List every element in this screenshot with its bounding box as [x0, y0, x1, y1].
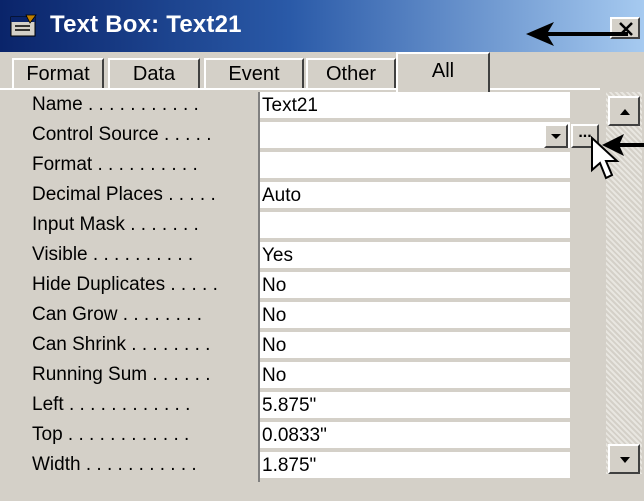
- property-value: Yes: [262, 245, 293, 266]
- property-label: Control Source . . . . .: [32, 124, 212, 145]
- property-label: Width . . . . . . . . . . .: [32, 454, 197, 475]
- property-value-field[interactable]: Auto: [260, 182, 570, 210]
- property-label: Running Sum . . . . . .: [32, 364, 211, 385]
- property-value: No: [262, 305, 287, 326]
- property-value-field[interactable]: No: [260, 362, 570, 390]
- tab-other[interactable]: Other: [306, 58, 396, 88]
- property-value-field[interactable]: No: [260, 332, 570, 360]
- tab-all[interactable]: All: [396, 52, 490, 92]
- property-label: Hide Duplicates . . . . .: [32, 274, 218, 295]
- property-label: Left . . . . . . . . . . . .: [32, 394, 191, 415]
- tab-label: Other: [325, 63, 377, 85]
- dropdown-arrow-icon: [551, 134, 561, 139]
- tab-strip-edge: [0, 88, 600, 90]
- property-value: No: [262, 365, 287, 386]
- annotation-arrow-icon: [526, 22, 628, 46]
- control-source-dropdown-button[interactable]: [544, 124, 568, 148]
- property-value: No: [262, 335, 287, 356]
- property-row-can-grow[interactable]: Can Grow . . . . . . . . No: [22, 302, 572, 332]
- property-value: 1.875": [262, 455, 317, 476]
- scroll-up-button[interactable]: [608, 96, 640, 126]
- tab-label: Event: [228, 63, 280, 85]
- property-value-field[interactable]: Text21: [260, 92, 570, 120]
- tab-label: Format: [26, 63, 90, 85]
- property-value: 5.875": [262, 395, 317, 416]
- scroll-up-icon: [620, 109, 630, 115]
- property-sheet-window: Text Box: Text21 Format Data Event Other…: [0, 0, 644, 501]
- property-value-field[interactable]: Yes: [260, 242, 570, 270]
- property-value: 0.0833": [262, 425, 327, 446]
- property-label: Decimal Places . . . . .: [32, 184, 216, 205]
- property-row-input-mask[interactable]: Input Mask . . . . . . .: [22, 212, 572, 242]
- tab-event[interactable]: Event: [204, 58, 304, 88]
- scroll-down-icon: [620, 457, 630, 463]
- property-label: Format . . . . . . . . . .: [32, 154, 198, 175]
- property-row-can-shrink[interactable]: Can Shrink . . . . . . . . No: [22, 332, 572, 362]
- property-value-field[interactable]: No: [260, 272, 570, 300]
- property-row-running-sum[interactable]: Running Sum . . . . . . No: [22, 362, 572, 392]
- property-value-field[interactable]: [260, 122, 570, 150]
- property-value: Text21: [262, 95, 318, 116]
- property-row-visible[interactable]: Visible . . . . . . . . . . Yes: [22, 242, 572, 272]
- tab-label: Data: [132, 63, 176, 85]
- property-row-decimal-places[interactable]: Decimal Places . . . . . Auto: [22, 182, 572, 212]
- property-row-left[interactable]: Left . . . . . . . . . . . . 5.875": [22, 392, 572, 422]
- property-label: Input Mask . . . . . . .: [32, 214, 199, 235]
- property-value-field[interactable]: 5.875": [260, 392, 570, 420]
- scroll-down-button[interactable]: [608, 444, 640, 474]
- property-grid: Name . . . . . . . . . . . Text21 Contro…: [22, 92, 572, 501]
- property-row-top[interactable]: Top . . . . . . . . . . . . 0.0833": [22, 422, 572, 452]
- window-title: Text Box: Text21: [50, 11, 242, 38]
- property-row-control-source[interactable]: Control Source . . . . .: [22, 122, 572, 152]
- property-value-field[interactable]: [260, 212, 570, 240]
- property-value-field[interactable]: 1.875": [260, 452, 570, 480]
- property-label: Can Shrink . . . . . . . .: [32, 334, 211, 355]
- property-label: Visible . . . . . . . . . .: [32, 244, 194, 265]
- annotation-arrow-icon: [602, 134, 644, 156]
- property-value-field[interactable]: [260, 152, 570, 180]
- property-value: Auto: [262, 185, 302, 206]
- tab-data[interactable]: Data: [108, 58, 200, 88]
- property-row-width[interactable]: Width . . . . . . . . . . . 1.875": [22, 452, 572, 482]
- property-value-field[interactable]: 0.0833": [260, 422, 570, 450]
- property-row-format[interactable]: Format . . . . . . . . . .: [22, 152, 572, 182]
- property-label: Can Grow . . . . . . . .: [32, 304, 202, 325]
- properties-window-icon: [10, 14, 37, 37]
- property-label: Name . . . . . . . . . . .: [32, 94, 199, 115]
- tab-label: All: [431, 60, 455, 82]
- property-value-field[interactable]: No: [260, 302, 570, 330]
- property-row-name[interactable]: Name . . . . . . . . . . . Text21: [22, 92, 572, 122]
- property-value: No: [262, 275, 287, 296]
- tab-format[interactable]: Format: [12, 58, 104, 88]
- property-label: Top . . . . . . . . . . . .: [32, 424, 190, 445]
- property-row-hide-duplicates[interactable]: Hide Duplicates . . . . . No: [22, 272, 572, 302]
